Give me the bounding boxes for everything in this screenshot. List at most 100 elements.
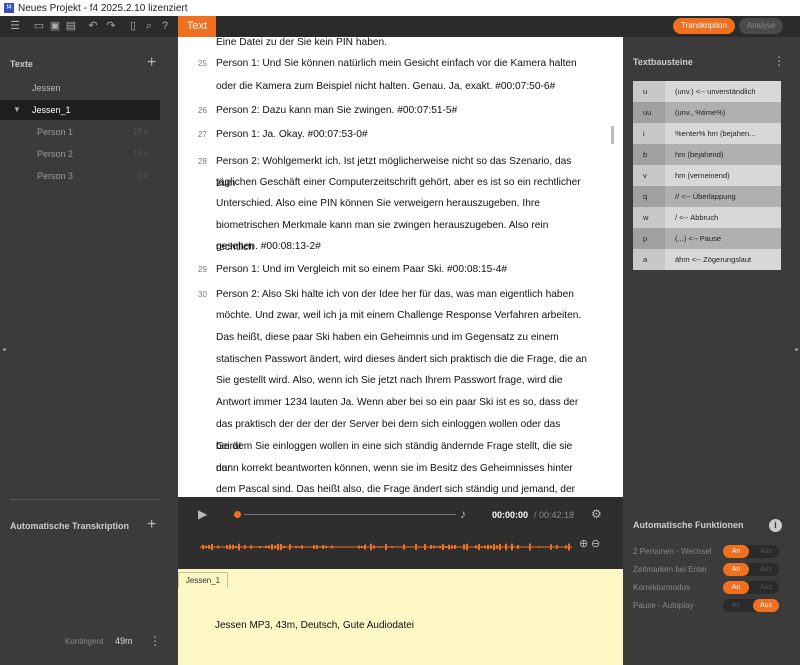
analyse-button[interactable]: Analyse bbox=[739, 18, 783, 34]
zoom-out-icon[interactable]: ⊖ bbox=[591, 537, 600, 550]
music-note-icon[interactable]: ♪ bbox=[460, 507, 466, 521]
playhead-handle[interactable] bbox=[234, 511, 241, 518]
textbaustein-row[interactable]: uu (unv., %time%) bbox=[633, 102, 781, 123]
toggle-on-option[interactable]: An bbox=[723, 599, 749, 612]
transcript-editor[interactable]: Eine Datei zu der Sie kein PIN haben. 25 P… bbox=[178, 37, 623, 497]
waveform-bar bbox=[280, 543, 282, 551]
waveform-bar bbox=[448, 544, 450, 550]
transcript-line[interactable]: dem Pascal sind. Das heißt also, die Fra… bbox=[216, 479, 588, 497]
progress-track[interactable] bbox=[244, 514, 456, 515]
bookmark-icon[interactable]: ▯ bbox=[126, 19, 140, 33]
toggle-on-option[interactable]: An bbox=[723, 545, 749, 558]
person-item-3[interactable]: Person 3 0 x bbox=[0, 166, 160, 186]
textbaustein-row[interactable]: i %enter% hm (bejahen... bbox=[633, 123, 781, 144]
transcript-line[interactable]: dann korrekt beantworten können, wenn si… bbox=[216, 458, 588, 480]
info-icon[interactable]: i bbox=[769, 519, 782, 532]
textbaustein-row[interactable]: w / <-- Abbruch bbox=[633, 207, 781, 228]
textbausteine-menu-icon[interactable]: ⋮ bbox=[773, 54, 785, 68]
textbaustein-row[interactable]: a ähm <-- Zögerungslaut bbox=[633, 249, 781, 270]
right-collapse-handle[interactable] bbox=[795, 348, 798, 351]
editor-scrollbar[interactable] bbox=[611, 126, 614, 144]
transcript-line[interactable]: gesehen. #00:08:13-2# bbox=[216, 236, 588, 258]
notes-tab[interactable]: Jessen_1 bbox=[178, 572, 228, 588]
left-collapse-handle[interactable] bbox=[3, 348, 6, 351]
toggle-on-option[interactable]: An bbox=[723, 563, 749, 576]
transcript-line[interactable]: Person 2: Dazu kann man Sie zwingen. #00… bbox=[216, 100, 588, 122]
textbaustein-row[interactable]: v hm (verneinend) bbox=[633, 165, 781, 186]
transcript-line[interactable]: Sie gestellt wird. Also, wenn ich Sie je… bbox=[216, 370, 588, 392]
settings-gear-icon[interactable]: ⚙ bbox=[591, 507, 602, 521]
funktion-toggle[interactable]: An Aus bbox=[723, 581, 779, 594]
textbausteine-header: Textbausteine bbox=[633, 57, 693, 67]
export-icon[interactable]: ▤ bbox=[64, 19, 78, 33]
text-item-jessen-1[interactable]: ▼ Jessen_1 bbox=[0, 100, 160, 120]
waveform-bar bbox=[373, 545, 375, 549]
funktion-toggle[interactable]: An Aus bbox=[723, 563, 779, 576]
textbaustein-value: (unv.) <-- unverständlich bbox=[665, 81, 781, 102]
transcript-line[interactable]: statischen Passwort ändert, wird dieses … bbox=[216, 349, 588, 371]
transcript-line[interactable]: oder die Kamera zum Beispiel nicht halte… bbox=[216, 76, 588, 98]
waveform-bar bbox=[283, 545, 285, 549]
audio-player: ▶ ♪ 00:00:00 / 00:42:18 ⚙ ⊕ ⊖ bbox=[178, 497, 623, 569]
textbaustein-row[interactable]: p (...) <-- Pause bbox=[633, 228, 781, 249]
textbaustein-row[interactable]: b hm (bejahend) bbox=[633, 144, 781, 165]
toggle-on-option[interactable]: An bbox=[723, 581, 749, 594]
notes-panel[interactable] bbox=[178, 569, 623, 665]
waveform[interactable] bbox=[200, 543, 572, 551]
play-icon[interactable]: ▶ bbox=[198, 507, 207, 521]
transcript-line[interactable]: Antwort immer 1234 lauten Ja. Wenn aber … bbox=[216, 392, 588, 414]
textbaustein-row[interactable]: u (unv.) <-- unverständlich bbox=[633, 81, 781, 102]
transcript-line[interactable]: Eine Datei zu der Sie kein PIN haben. bbox=[216, 37, 588, 54]
open-folder-icon[interactable]: ▭ bbox=[32, 19, 46, 33]
waveform-bar bbox=[301, 545, 303, 549]
redo-icon[interactable]: ↷ bbox=[104, 19, 118, 33]
toggle-off-option[interactable]: Aus bbox=[753, 581, 779, 594]
transcript-line[interactable]: Person 1: Und Sie können natürlich mein … bbox=[216, 53, 588, 75]
toggle-off-option[interactable]: Aus bbox=[753, 545, 779, 558]
waveform-bar bbox=[445, 546, 447, 548]
menu-icon[interactable]: ☰ bbox=[8, 19, 22, 33]
textbaustein-row[interactable]: q// <-- Überlappung bbox=[633, 186, 781, 207]
transcript-line[interactable]: Person 2: Also Ski halte ich von der Ide… bbox=[216, 284, 588, 306]
funktion-label: Korrekturmodus bbox=[633, 583, 690, 592]
zoom-in-icon[interactable]: ⊕ bbox=[579, 537, 588, 550]
transcript-line[interactable]: Unterschied. Also eine PIN können Sie ve… bbox=[216, 193, 588, 215]
undo-icon[interactable]: ↶ bbox=[86, 19, 100, 33]
funktion-toggle[interactable]: An Aus bbox=[723, 599, 779, 612]
tab-text[interactable]: Text bbox=[178, 16, 216, 37]
app-logo-icon: f4 bbox=[4, 3, 14, 13]
waveform-bar bbox=[226, 545, 228, 549]
transcript-line[interactable]: Person 1: Und im Vergleich mit so einem … bbox=[216, 259, 588, 281]
transcript-line[interactable]: täglichen Geschäft einer Computerzeitsch… bbox=[216, 172, 588, 194]
window-titlebar: f4 Neues Projekt - f4 2025.2.10 lizenzie… bbox=[0, 0, 800, 16]
funktion-toggle[interactable]: An Aus bbox=[723, 545, 779, 558]
waveform-bar bbox=[517, 545, 519, 549]
waveform-bar bbox=[400, 546, 402, 548]
help-icon[interactable]: ? bbox=[158, 19, 172, 33]
waveform-bar bbox=[229, 544, 231, 550]
transcript-line[interactable]: möchte. Und zwar, weil ich ja mit einem … bbox=[216, 305, 588, 327]
add-transkription-icon[interactable]: + bbox=[147, 517, 156, 533]
notes-text[interactable]: Jessen MP3, 43m, Deutsch, Gute Audiodate… bbox=[215, 620, 414, 631]
toggle-off-option[interactable]: Aus bbox=[753, 563, 779, 576]
waveform-bar bbox=[322, 545, 324, 549]
person-item-2[interactable]: Person 2 19 x bbox=[0, 144, 160, 164]
transkription-button[interactable]: Transkription bbox=[673, 18, 735, 34]
more-options-icon[interactable]: ⋮ bbox=[149, 634, 161, 648]
textbaustein-key: b bbox=[633, 144, 665, 165]
left-divider bbox=[10, 499, 160, 500]
search-icon[interactable]: ⌕ bbox=[142, 19, 156, 33]
person-item-1[interactable]: Person 1 19 x bbox=[0, 122, 160, 142]
text-item-jessen[interactable]: Jessen bbox=[0, 78, 160, 98]
textbaustein-key: w bbox=[633, 207, 665, 228]
transcript-line[interactable]: Das heißt, diese paar Ski haben ein Gehe… bbox=[216, 327, 588, 349]
expand-chevron-icon[interactable]: ▼ bbox=[13, 100, 21, 120]
toggle-off-option[interactable]: Aus bbox=[753, 599, 779, 612]
waveform-bar bbox=[211, 543, 213, 551]
transcript-line[interactable]: Person 1: Ja. Okay. #00:07:53-0# bbox=[216, 124, 588, 146]
save-icon[interactable]: ▣ bbox=[48, 19, 62, 33]
line-number: 29 bbox=[198, 265, 207, 274]
waveform-bar bbox=[457, 546, 459, 548]
waveform-bar bbox=[466, 543, 468, 551]
add-text-icon[interactable]: + bbox=[147, 55, 156, 71]
